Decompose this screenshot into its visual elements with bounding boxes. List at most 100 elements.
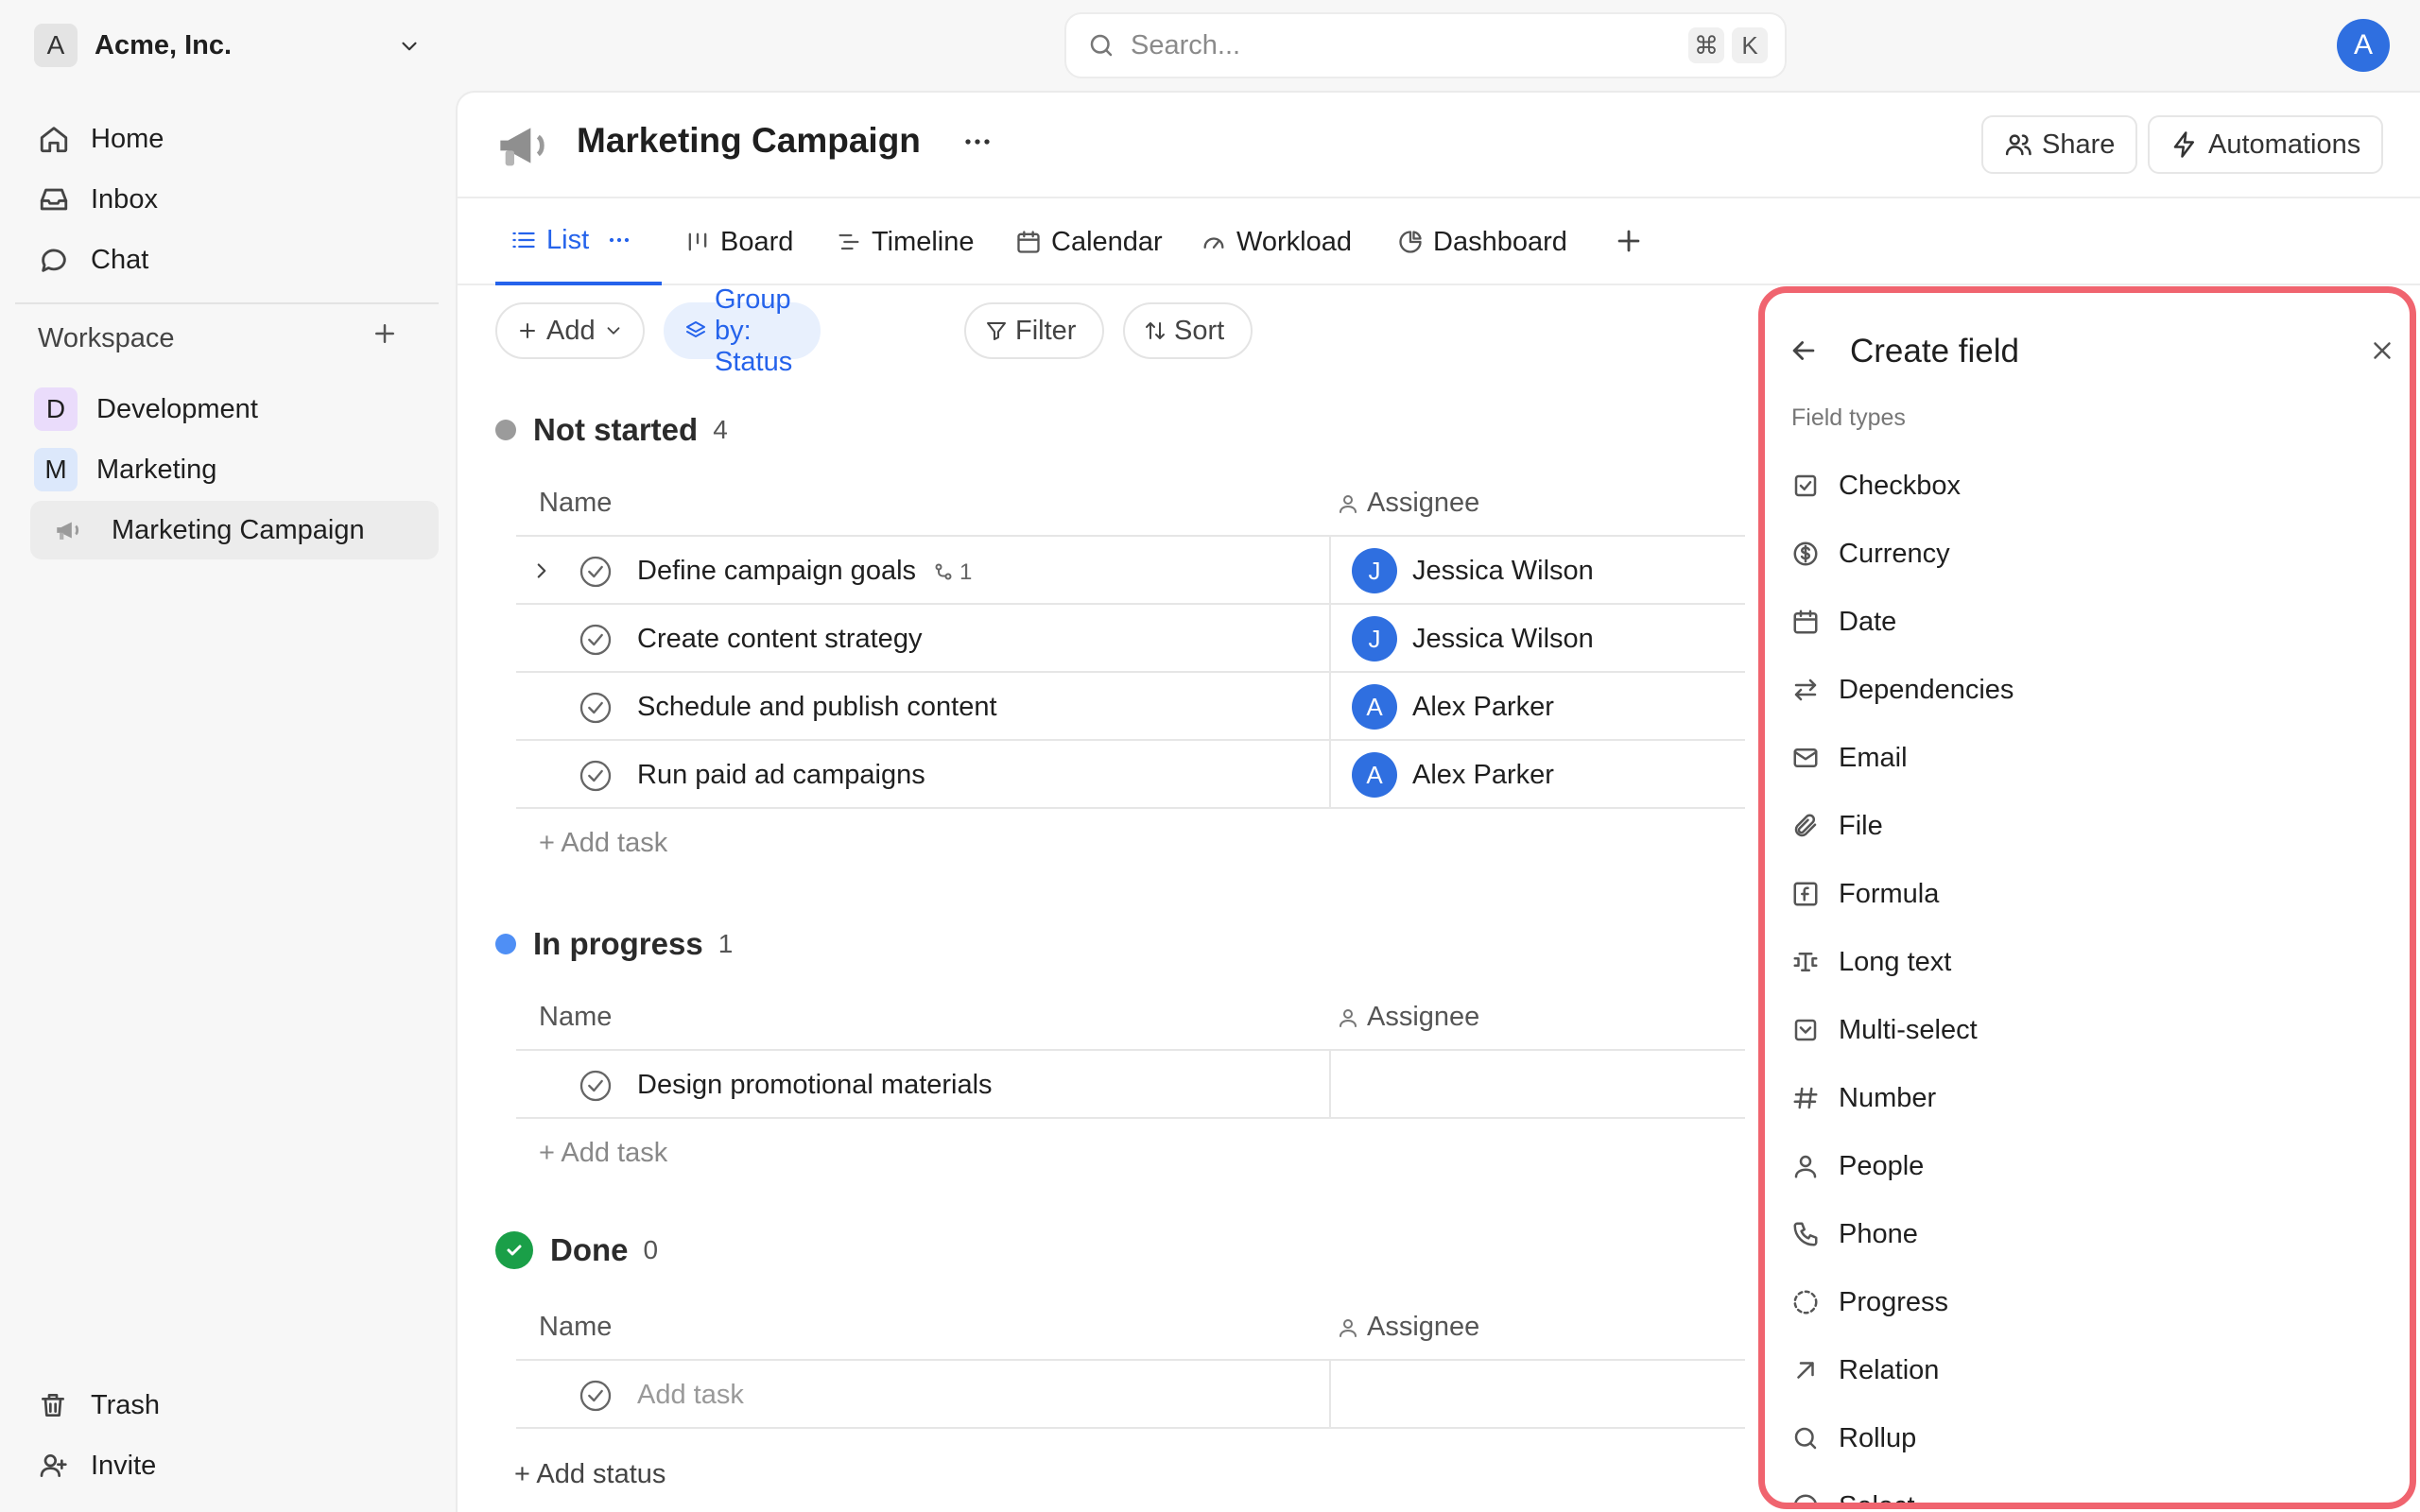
more-options-icon[interactable]	[959, 123, 996, 161]
add-button[interactable]: Add	[495, 302, 645, 359]
check-circle-icon[interactable]	[577, 1067, 614, 1105]
tab-timeline[interactable]: Timeline	[836, 198, 975, 285]
arrow-left-icon[interactable]	[1788, 335, 1820, 367]
sidebar-item-home[interactable]: Home	[30, 112, 439, 166]
sidebar-project-development[interactable]: D Development	[30, 380, 439, 438]
megaphone-icon	[495, 115, 556, 176]
sidebar-item-label: Trash	[91, 1389, 161, 1420]
field-type-rollup[interactable]: Rollup	[1784, 1408, 2389, 1469]
assignee-cell[interactable]: A Alex Parker	[1352, 684, 1554, 730]
field-type-long-text[interactable]: Long text	[1784, 932, 2389, 992]
chevron-down-icon[interactable]	[397, 34, 422, 59]
layers-icon	[684, 319, 707, 342]
field-type-relation[interactable]: Relation	[1784, 1340, 2389, 1400]
add-status-button[interactable]: + Add status	[514, 1459, 666, 1490]
sidebar-item-chat[interactable]: Chat	[30, 232, 439, 287]
field-type-label: Currency	[1839, 538, 1950, 569]
field-type-formula[interactable]: Formula	[1784, 864, 2389, 924]
assignee-cell[interactable]: A Alex Parker	[1352, 752, 1554, 798]
field-type-label: Select	[1839, 1490, 1915, 1509]
checkbox-icon	[1791, 472, 1824, 500]
filter-label: Filter	[1015, 315, 1077, 346]
add-task-button[interactable]: + Add task	[539, 828, 667, 859]
person-icon	[1340, 1008, 1357, 1027]
megaphone-icon	[53, 514, 85, 546]
check-circle-icon[interactable]	[577, 553, 614, 591]
sidebar-item-invite[interactable]: Invite	[30, 1438, 439, 1493]
field-type-select[interactable]: Select	[1784, 1476, 2389, 1509]
table-header: Name Assignee	[516, 1293, 1745, 1361]
field-type-dependencies[interactable]: Dependencies	[1784, 660, 2389, 720]
column-assignee: Assignee	[1337, 488, 1479, 519]
tab-dashboard[interactable]: Dashboard	[1397, 198, 1567, 285]
add-task-input[interactable]: Add task	[637, 1380, 744, 1411]
close-icon[interactable]	[2368, 336, 2396, 365]
group-header-not-started[interactable]: Not started 4	[495, 406, 728, 454]
user-avatar[interactable]: A	[2337, 19, 2390, 72]
workspace-name: Acme, Inc.	[95, 29, 233, 60]
add-project-icon[interactable]	[371, 319, 399, 348]
sidebar-item-trash[interactable]: Trash	[30, 1378, 439, 1433]
sidebar-project-marketing[interactable]: M Marketing	[30, 440, 439, 499]
sidebar-item-inbox[interactable]: Inbox	[30, 172, 439, 227]
share-label: Share	[2042, 129, 2116, 160]
field-type-date[interactable]: Date	[1784, 592, 2389, 652]
field-type-number[interactable]: Number	[1784, 1068, 2389, 1128]
table-row[interactable]: Create content strategy J Jessica Wilson	[516, 605, 1745, 673]
share-button[interactable]: Share	[1981, 115, 2138, 174]
task-table-not-started: Name Assignee Define campaign goals 1 J …	[516, 469, 1745, 877]
tab-calendar[interactable]: Calendar	[1015, 198, 1163, 285]
task-name: Run paid ad campaigns	[637, 760, 925, 790]
tab-label: Workload	[1236, 226, 1352, 257]
field-type-checkbox[interactable]: Checkbox	[1784, 455, 2389, 516]
search-input[interactable]: Search... ⌘ K	[1064, 12, 1787, 78]
check-circle-icon[interactable]	[577, 689, 614, 727]
shortcut-k-key: K	[1732, 27, 1768, 63]
check-circle-icon[interactable]	[577, 757, 614, 795]
field-type-people[interactable]: People	[1784, 1136, 2389, 1196]
assignee-cell[interactable]: J Jessica Wilson	[1352, 616, 1594, 662]
field-type-email[interactable]: Email	[1784, 728, 2389, 788]
automations-button[interactable]: Automations	[2148, 115, 2384, 174]
table-row[interactable]: Run paid ad campaigns A Alex Parker	[516, 741, 1745, 809]
workspace-switcher[interactable]: A Acme, Inc.	[34, 23, 422, 68]
group-header-done[interactable]: Done 0	[495, 1227, 658, 1274]
tab-board[interactable]: Board	[684, 198, 793, 285]
column-divider	[1329, 741, 1331, 807]
assignee-cell[interactable]: J Jessica Wilson	[1352, 548, 1594, 593]
field-type-progress[interactable]: Progress	[1784, 1272, 2389, 1332]
list-icon	[510, 227, 537, 253]
check-circle-icon	[577, 1377, 614, 1415]
add-view-icon[interactable]	[1613, 225, 1645, 257]
add-task-button[interactable]: + Add task	[539, 1138, 667, 1169]
field-type-multi-select[interactable]: Multi-select	[1784, 1000, 2389, 1060]
column-name: Name	[539, 488, 613, 518]
group-by-button[interactable]: Group by: Status	[664, 284, 821, 377]
more-options-icon[interactable]	[604, 225, 634, 255]
select-icon	[1791, 1492, 1824, 1503]
currency-icon	[1791, 540, 1824, 568]
task-name: Design promotional materials	[637, 1070, 993, 1100]
table-row[interactable]: Design promotional materials	[516, 1051, 1745, 1119]
add-task-row[interactable]: Add task	[516, 1361, 1745, 1429]
group-header-in-progress[interactable]: In progress 1	[495, 920, 733, 968]
group-count: 4	[713, 415, 728, 444]
chevron-right-icon[interactable]	[529, 558, 554, 583]
pie-icon	[1397, 229, 1424, 255]
search-icon	[1087, 31, 1115, 60]
sort-button[interactable]: Sort	[1123, 302, 1253, 359]
tab-list[interactable]: List	[495, 198, 662, 285]
filter-button[interactable]: Filter	[964, 302, 1105, 359]
field-type-label: Multi-select	[1839, 1014, 1978, 1045]
invite-icon	[38, 1451, 76, 1481]
table-row[interactable]: Define campaign goals 1 J Jessica Wilson	[516, 537, 1745, 605]
table-row[interactable]: Schedule and publish content A Alex Park…	[516, 673, 1745, 741]
task-table-done: Name Assignee Add task	[516, 1293, 1745, 1429]
field-type-currency[interactable]: Currency	[1784, 524, 2389, 584]
field-type-phone[interactable]: Phone	[1784, 1204, 2389, 1264]
field-type-file[interactable]: File	[1784, 796, 2389, 856]
subtask-count[interactable]: 1	[933, 559, 972, 586]
check-circle-icon[interactable]	[577, 621, 614, 659]
tab-workload[interactable]: Workload	[1201, 198, 1352, 285]
sidebar-project-marketing-campaign[interactable]: Marketing Campaign	[30, 501, 439, 559]
